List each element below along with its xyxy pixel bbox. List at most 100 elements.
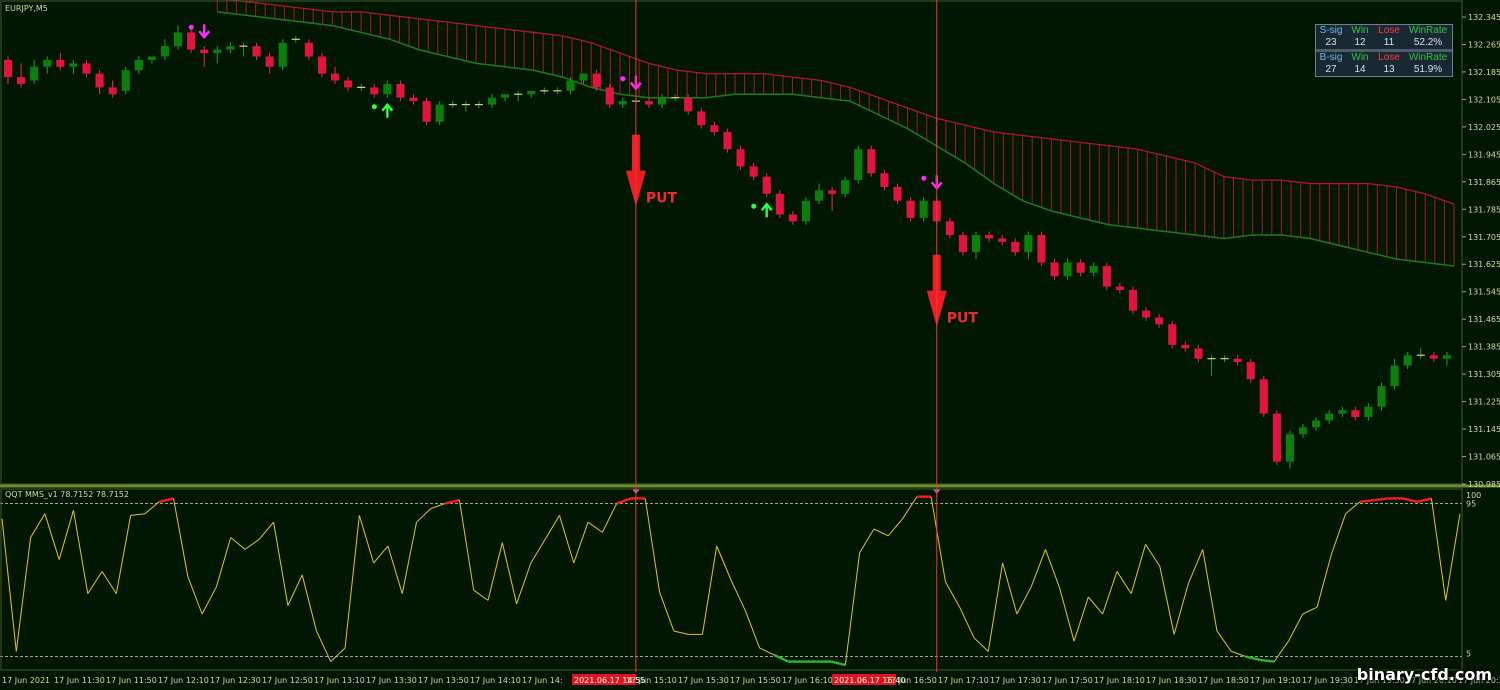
osc-line-segment — [1374, 497, 1389, 502]
candle-body — [160, 46, 170, 57]
b-win-label: Win — [1351, 52, 1369, 63]
osc-line-segment — [530, 538, 546, 564]
x-axis-label: 17 Jun 15:30 — [678, 676, 729, 685]
osc-line-segment — [716, 545, 732, 581]
price-tick-label: 131.705 — [1468, 233, 1500, 242]
osc-line-segment — [873, 528, 889, 537]
candle-body — [749, 166, 758, 177]
x-axis-label: 17 Jun 17:30 — [990, 676, 1041, 685]
candle-body — [1364, 406, 1373, 418]
osc-line-segment — [601, 503, 618, 533]
candle-body — [893, 186, 902, 201]
s-rate-label: WinRate — [1408, 25, 1448, 36]
osc-line-segment — [301, 574, 317, 632]
x-axis-label: 17 Jun 11:30 — [54, 676, 105, 685]
x-axis-label: 17 Jun 16:10 — [782, 676, 833, 685]
x-axis-label: 17 Jun 13:30 — [366, 676, 417, 685]
candle-body — [906, 200, 915, 218]
candle-body — [304, 42, 313, 57]
osc-line-segment — [15, 537, 32, 652]
osc-line-segment — [358, 515, 375, 564]
osc-line-segment — [587, 521, 603, 533]
candle-body — [69, 63, 78, 67]
b-total: 27 — [1325, 64, 1337, 75]
osc-line-segment — [1445, 513, 1461, 601]
price-tick-label: 131.785 — [1468, 205, 1500, 214]
cloud-top-line — [227, 0, 1455, 205]
osc-line-segment — [1402, 497, 1418, 503]
s-win: 12 — [1354, 37, 1366, 48]
price-tick-label: 131.145 — [1468, 425, 1500, 434]
candle-body — [1390, 365, 1399, 387]
osc-line-segment — [516, 562, 532, 604]
buy-arrow-icon — [760, 202, 773, 218]
candle-body — [801, 200, 811, 222]
osc-line-segment — [1130, 544, 1147, 594]
candle-body — [3, 59, 13, 78]
osc-line-segment — [287, 574, 303, 606]
osc-line-segment — [30, 513, 46, 538]
sell-dot — [620, 76, 626, 82]
osc-line-segment — [487, 542, 503, 601]
candle-body — [187, 32, 196, 50]
x-axis-label: 17 Jun 16:50 — [886, 676, 937, 685]
price-tick-label: 132.105 — [1468, 95, 1500, 104]
candle-body — [1115, 286, 1124, 290]
osc-line-segment — [659, 591, 675, 632]
candle-body — [108, 87, 117, 95]
candle-body — [592, 73, 601, 88]
price-tick-label: 132.265 — [1468, 40, 1500, 49]
candle-body — [723, 132, 732, 150]
oscillator-pane[interactable] — [0, 489, 1462, 667]
candle-body — [1050, 262, 1059, 277]
osc-line-segment — [944, 581, 961, 608]
stats-values-s: 23 12 11 52.2% — [1316, 37, 1452, 49]
price-pane[interactable]: PUT PUT — [3, 0, 1455, 469]
osc-line-segment — [558, 515, 575, 564]
chart-canvas[interactable]: PUT PUT 132.345 132.265 132.185 132.105 132.0… — [0, 0, 1500, 690]
osc-line-segment — [1002, 562, 1018, 615]
candle-body — [317, 56, 327, 74]
stats-values-b: 27 14 13 51.9% — [1316, 64, 1452, 76]
candle-body — [880, 173, 889, 187]
osc-line-segment — [158, 497, 174, 503]
candle-body — [1272, 413, 1281, 462]
osc-line-segment — [1145, 544, 1161, 567]
osc-line-segment — [844, 552, 861, 666]
b-rate-label: WinRate — [1408, 52, 1448, 63]
x-axis-label: 17 Jun 14: — [522, 676, 563, 685]
candle-body — [1194, 348, 1203, 359]
price-tick-label: 131.385 — [1468, 343, 1500, 352]
osc-line-segment — [1187, 549, 1204, 584]
buy-arrow-icon — [381, 102, 394, 118]
candle-body — [422, 101, 431, 122]
x-axis-label: 17 Jun 12:30 — [210, 676, 261, 685]
stats-header-s: S-sig Win Lose WinRate — [1316, 25, 1452, 37]
osc-line-segment — [902, 496, 918, 520]
osc-line-segment — [1302, 606, 1318, 615]
osc-line-segment — [573, 522, 589, 564]
osc-line-segment — [1216, 630, 1232, 652]
x-axis-label: 17 Jun 13:10 — [314, 676, 365, 685]
candle-body — [278, 42, 287, 67]
osc-line-segment — [1173, 583, 1189, 635]
candle-body — [945, 221, 954, 236]
s-lose: 11 — [1383, 37, 1395, 48]
x-axis-label: 17 Jun 15:50 — [730, 676, 781, 685]
candle-body — [697, 111, 706, 126]
candle-body — [1312, 420, 1321, 428]
osc-line-segment — [859, 528, 875, 554]
oscillator-frame — [0, 488, 1463, 671]
b-win: 14 — [1354, 64, 1366, 75]
candle-body — [684, 97, 693, 112]
osc-line-segment — [44, 513, 60, 560]
osc-line-segment — [444, 498, 460, 505]
osc-line-segment — [1416, 497, 1432, 503]
candle-body — [971, 235, 981, 253]
candle-body — [30, 66, 39, 81]
candle-body — [605, 87, 614, 105]
candle-body — [841, 180, 850, 194]
price-tick-label: 131.865 — [1468, 178, 1500, 187]
osc-line-segment — [458, 500, 475, 591]
osc-line-segment — [473, 589, 489, 601]
